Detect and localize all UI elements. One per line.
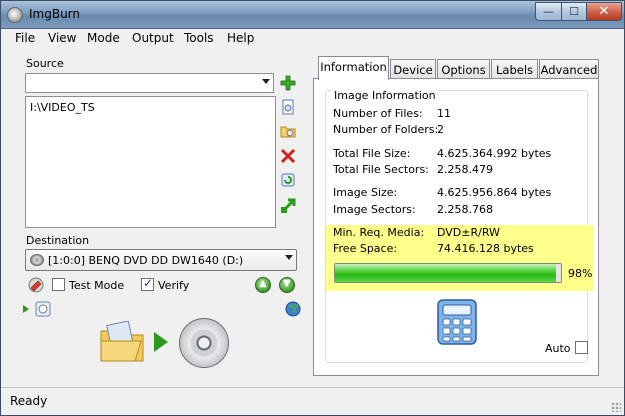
- test-mode-checkbox[interactable]: [52, 278, 65, 291]
- destination-drive-select[interactable]: [1:0:0] BENQ DVD DD DW1640 (D:): [25, 249, 297, 271]
- destination-drive-value: [1:0:0] BENQ DVD DD DW1640 (D:): [48, 254, 244, 267]
- title-bar[interactable]: ImgBurn — ☐ ✕: [1, 1, 624, 29]
- tab-options[interactable]: Options: [437, 59, 490, 79]
- image-sectors-label: Image Sectors:: [333, 203, 416, 216]
- status-text: Ready: [10, 394, 48, 408]
- chevron-down-icon: [285, 255, 293, 260]
- tab-device[interactable]: Device: [390, 59, 436, 79]
- disc-usage-progress: [334, 263, 562, 283]
- image-sectors-value: 2.258.768: [437, 203, 493, 216]
- min-req-media-value: DVD±R/RW: [437, 226, 500, 239]
- test-mode-label: Test Mode: [69, 279, 125, 292]
- menu-bar: File View Mode Output Tools Help: [1, 29, 624, 49]
- disc-info-icon[interactable]: [35, 301, 51, 317]
- expand-arrow-icon[interactable]: [22, 304, 30, 314]
- verify-checkbox[interactable]: [141, 276, 154, 291]
- min-req-media-label: Min. Req. Media:: [333, 226, 425, 239]
- source-combo[interactable]: [25, 73, 274, 93]
- image-information-title: Image Information: [332, 89, 438, 102]
- auto-label: Auto: [545, 342, 571, 355]
- progress-fill: [335, 264, 557, 282]
- resize-grip-icon[interactable]: [611, 402, 621, 412]
- files-value: 11: [437, 107, 451, 120]
- optical-drive-icon: [30, 254, 44, 266]
- files-label: Number of Files:: [333, 107, 423, 120]
- write-disc-button[interactable]: [179, 318, 229, 368]
- move-icon[interactable]: [280, 198, 296, 214]
- tab-advanced[interactable]: Advanced: [539, 59, 599, 79]
- browse-file-icon[interactable]: [280, 99, 296, 115]
- source-folder-icon: [100, 321, 144, 362]
- total-file-sectors-label: Total File Sectors:: [333, 163, 429, 176]
- close-tray-button[interactable]: ▼: [279, 277, 295, 293]
- list-item[interactable]: I:\VIDEO_TS: [30, 101, 95, 114]
- source-label: Source: [26, 57, 64, 70]
- folders-value: 2: [437, 123, 444, 136]
- maximize-button[interactable]: ☐: [561, 2, 587, 21]
- window-title: ImgBurn: [29, 7, 81, 21]
- remove-icon[interactable]: [280, 148, 296, 164]
- menu-tools[interactable]: Tools: [182, 31, 216, 45]
- tab-labels[interactable]: Labels: [491, 59, 538, 79]
- image-size-value: 4.625.956.864 bytes: [437, 186, 552, 199]
- total-file-size-label: Total File Size:: [333, 147, 411, 160]
- erase-disc-icon[interactable]: [28, 277, 44, 293]
- tab-information[interactable]: Information: [318, 56, 389, 80]
- imgburn-window: ImgBurn — ☐ ✕ File View Mode Output Tool…: [0, 0, 625, 416]
- minimize-button[interactable]: —: [535, 2, 562, 21]
- menu-help[interactable]: Help: [225, 31, 256, 45]
- eject-button[interactable]: ▲: [255, 277, 271, 293]
- add-icon[interactable]: [280, 75, 296, 91]
- verify-label: Verify: [158, 279, 190, 292]
- menu-view[interactable]: View: [46, 31, 78, 45]
- source-file-list[interactable]: I:\VIDEO_TS: [25, 96, 276, 228]
- total-file-sectors-value: 2.258.479: [437, 163, 493, 176]
- menu-mode[interactable]: Mode: [85, 31, 122, 45]
- chevron-down-icon: [262, 79, 270, 84]
- folders-label: Number of Folders:: [333, 123, 439, 136]
- menu-file[interactable]: File: [13, 31, 37, 45]
- free-space-value: 74.416.128 bytes: [437, 242, 534, 255]
- free-space-label: Free Space:: [333, 242, 398, 255]
- menu-output[interactable]: Output: [130, 31, 176, 45]
- progress-percent: 98%: [568, 267, 593, 280]
- total-file-size-value: 4.625.364.992 bytes: [437, 147, 552, 160]
- refresh-icon[interactable]: [280, 172, 296, 188]
- imgburn-disc-icon: [7, 7, 23, 23]
- auto-checkbox[interactable]: [575, 341, 588, 354]
- browse-folder-icon[interactable]: [280, 123, 296, 139]
- destination-label: Destination: [26, 234, 90, 247]
- image-size-label: Image Size:: [333, 186, 398, 199]
- status-bar: Ready: [1, 387, 624, 415]
- close-button[interactable]: ✕: [586, 2, 622, 21]
- globe-icon[interactable]: [285, 301, 301, 317]
- build-arrow-icon: [154, 332, 168, 352]
- calculator-icon[interactable]: [436, 298, 478, 346]
